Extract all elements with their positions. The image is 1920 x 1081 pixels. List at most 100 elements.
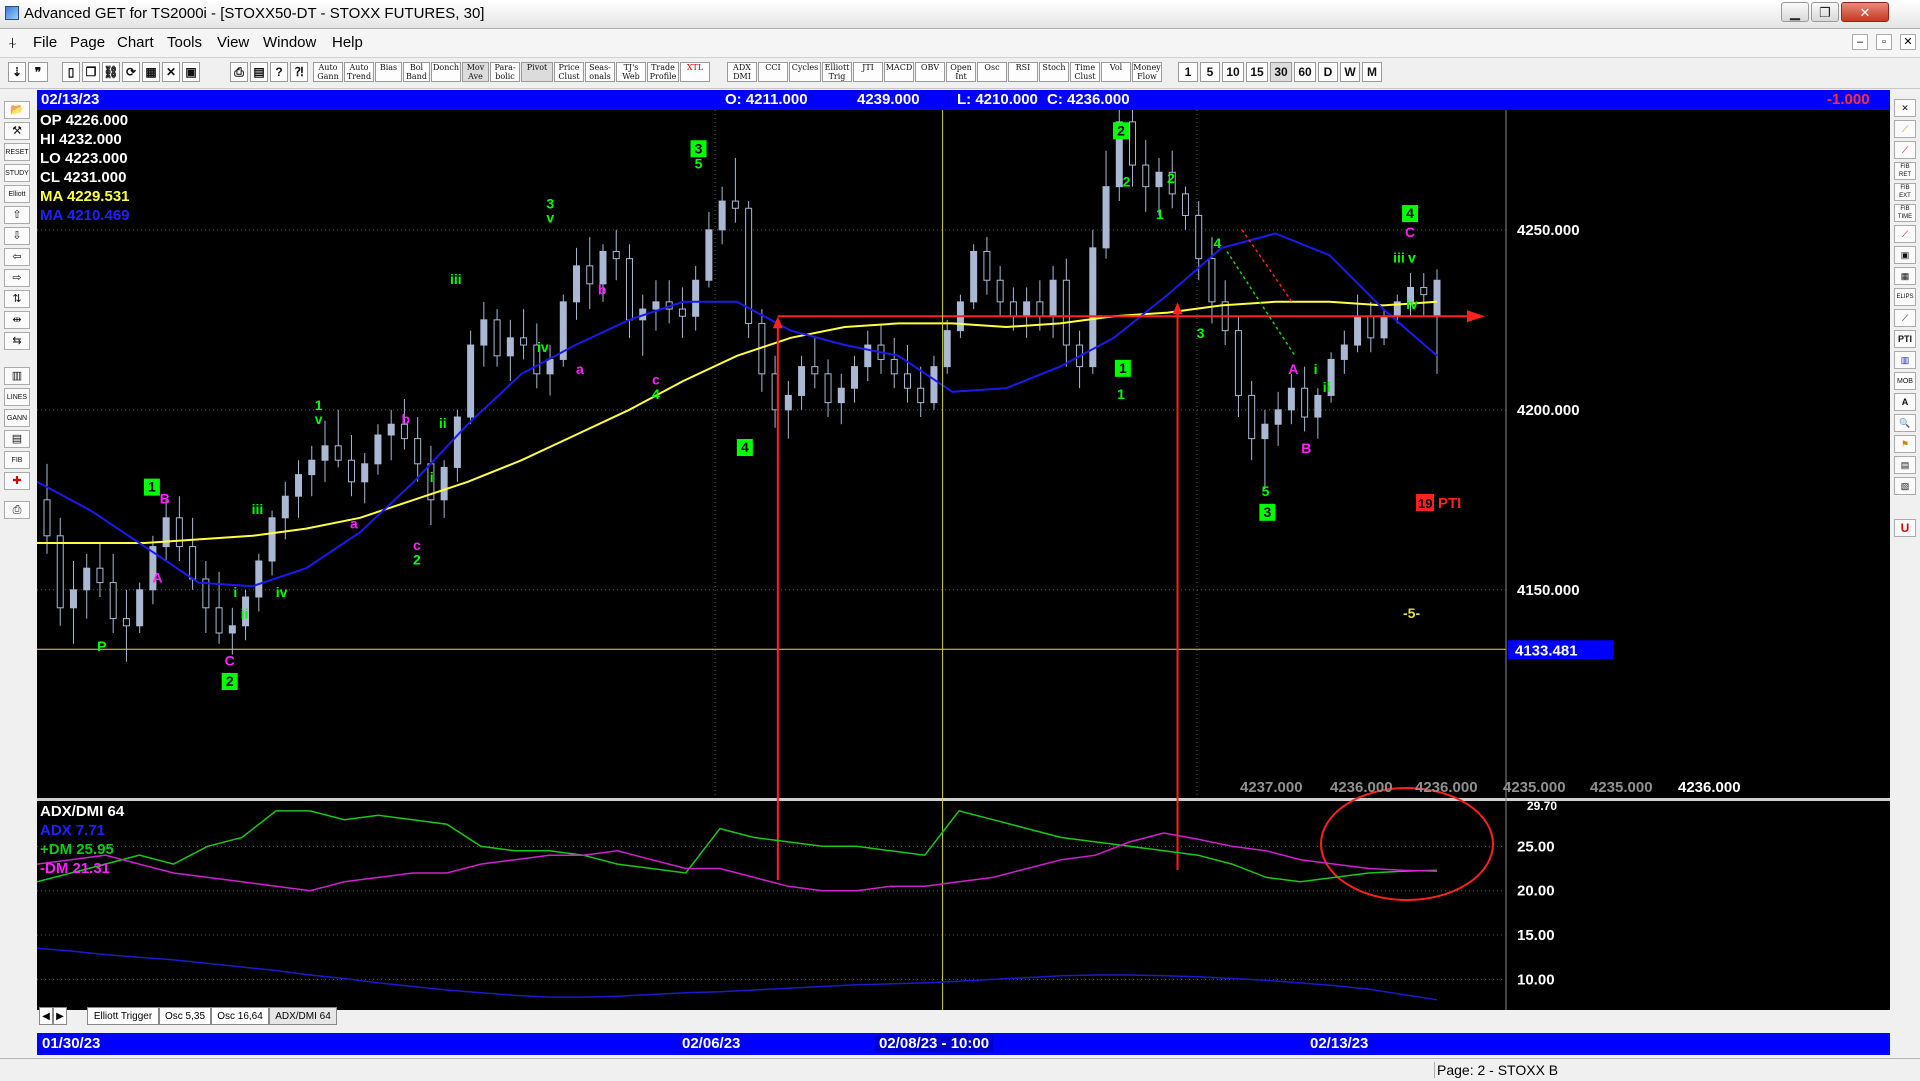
interval-1[interactable]: 1 bbox=[1178, 62, 1198, 82]
crosshair-icon[interactable]: ✚ bbox=[4, 472, 30, 490]
app-icon[interactable] bbox=[5, 6, 19, 20]
study-xtl[interactable]: XTL bbox=[680, 62, 710, 82]
close-button[interactable]: ✕ bbox=[1841, 2, 1889, 22]
study-price-clust[interactable]: Price Clust bbox=[554, 62, 584, 82]
channel-icon[interactable]: ⟋ bbox=[1894, 225, 1916, 243]
box-icon[interactable]: ▣ bbox=[1894, 246, 1916, 264]
interval-5[interactable]: 5 bbox=[1200, 62, 1220, 82]
study-auto-trend[interactable]: Auto Trend bbox=[344, 62, 374, 82]
menu-page[interactable]: Page bbox=[70, 34, 105, 51]
study-jti[interactable]: JTI bbox=[853, 62, 883, 82]
study-obv[interactable]: OBV bbox=[915, 62, 945, 82]
trendline-icon[interactable]: ⟋ bbox=[1894, 141, 1916, 159]
study-seasonals[interactable]: Seas-onals bbox=[585, 62, 615, 82]
notes-icon[interactable]: ▤ bbox=[1894, 456, 1916, 474]
print-icon[interactable]: ⎙ bbox=[230, 62, 248, 82]
quote-tool-icon[interactable]: ❞ bbox=[28, 62, 48, 82]
study-adx-dmi[interactable]: ADX DMI bbox=[727, 62, 757, 82]
grid-icon[interactable]: ▦ bbox=[142, 62, 160, 82]
compress-icon[interactable]: ⇆ bbox=[4, 332, 30, 350]
flag-icon[interactable]: ⚑ bbox=[1894, 435, 1916, 453]
interval-10[interactable]: 10 bbox=[1222, 62, 1244, 82]
price-chart[interactable]: 4250.000 4200.000 4150.000 4133.481 19 PTI -5… bbox=[37, 110, 1890, 1010]
ellipse-button[interactable]: ELIPS bbox=[1894, 288, 1916, 306]
line-tool-icon[interactable]: ⟋ bbox=[1894, 309, 1916, 327]
grid-tool-icon[interactable]: ▦ bbox=[1894, 267, 1916, 285]
tab-scroll-right[interactable]: ▶ bbox=[53, 1007, 67, 1025]
rows-icon[interactable]: ▤ bbox=[4, 430, 30, 448]
menu-help[interactable]: Help bbox=[332, 34, 363, 51]
restore-button[interactable]: ❐ bbox=[1811, 2, 1839, 22]
mdi-minimize-button[interactable]: ‒ bbox=[1852, 34, 1868, 50]
gann-button[interactable]: GANN bbox=[4, 409, 30, 427]
zoom-icon[interactable]: 🔍 bbox=[1894, 414, 1916, 432]
arrow-down-icon[interactable]: ⇩ bbox=[4, 227, 30, 245]
study-stoch[interactable]: Stoch bbox=[1039, 62, 1069, 82]
menu-tools[interactable]: Tools bbox=[167, 34, 202, 51]
study-cycles[interactable]: Cycles bbox=[789, 62, 821, 82]
study-rsi[interactable]: RSI bbox=[1008, 62, 1038, 82]
text-tool-button[interactable]: A bbox=[1894, 393, 1916, 411]
context-help-icon[interactable]: ⁈ bbox=[290, 62, 308, 82]
lines-button[interactable]: LINES bbox=[4, 388, 30, 406]
tab-elliott-trigger[interactable]: Elliott Trigger bbox=[87, 1007, 159, 1025]
layout-icon[interactable]: ▥ bbox=[4, 367, 30, 385]
study-elliott-trig[interactable]: Elliott Trig bbox=[822, 62, 852, 82]
arrow-left-icon[interactable]: ⇦ bbox=[4, 248, 30, 266]
study-pivot[interactable]: Pivot bbox=[521, 62, 553, 82]
menu-window[interactable]: Window bbox=[263, 34, 316, 51]
fib-ret-button[interactable]: FIB RET bbox=[1894, 162, 1916, 180]
arrow-up-icon[interactable]: ⇧ bbox=[4, 206, 30, 224]
interval-30[interactable]: 30 bbox=[1270, 62, 1292, 82]
mob-button[interactable]: MOB bbox=[1894, 372, 1916, 390]
fib-ext-button[interactable]: FIB EXT bbox=[1894, 183, 1916, 201]
study-bias[interactable]: Bias bbox=[375, 62, 402, 82]
study-osc[interactable]: Osc bbox=[977, 62, 1007, 82]
cancel-icon[interactable]: ✕ bbox=[162, 62, 180, 82]
study-macd[interactable]: MACD bbox=[884, 62, 914, 82]
study-time-clust[interactable]: Time Clust bbox=[1070, 62, 1100, 82]
interval-m[interactable]: M bbox=[1362, 62, 1382, 82]
study-tjs-web[interactable]: TJ's Web bbox=[616, 62, 646, 82]
interval-60[interactable]: 60 bbox=[1294, 62, 1316, 82]
pti-button[interactable]: PTI bbox=[1894, 330, 1916, 348]
delete-tool-icon[interactable]: ✕ bbox=[1894, 99, 1916, 117]
interval-15[interactable]: 15 bbox=[1246, 62, 1268, 82]
study-bol-band[interactable]: Bol Band bbox=[403, 62, 430, 82]
mdi-close-button[interactable]: ✕ bbox=[1900, 34, 1916, 50]
mdi-restore-button[interactable]: ▫ bbox=[1876, 34, 1892, 50]
layout-icon[interactable]: ▤ bbox=[250, 62, 268, 82]
pencil-icon[interactable]: ⟋ bbox=[1894, 120, 1916, 138]
reset-button[interactable]: RESET bbox=[4, 143, 30, 161]
study-money-flow[interactable]: Money Flow bbox=[1132, 62, 1162, 82]
table-icon[interactable]: ▥ bbox=[1894, 351, 1916, 369]
study-open-int[interactable]: Open Int bbox=[946, 62, 976, 82]
study-parabolic[interactable]: Para-bolic bbox=[490, 62, 520, 82]
open-icon[interactable]: 📂 bbox=[4, 101, 30, 119]
interval-d[interactable]: D bbox=[1318, 62, 1338, 82]
study-cci[interactable]: CCI bbox=[758, 62, 788, 82]
tab-osc-5-35[interactable]: Osc 5,35 bbox=[159, 1007, 211, 1025]
horizontal-zoom-icon[interactable]: ⇹ bbox=[4, 311, 30, 329]
fib-button[interactable]: FIB bbox=[4, 451, 30, 469]
menu-file[interactable]: File bbox=[33, 34, 57, 51]
cursor-tool-icon[interactable]: ⇣ bbox=[8, 62, 26, 82]
new-chart-icon[interactable]: ▯ bbox=[62, 62, 80, 82]
tools-icon[interactable]: ⚒ bbox=[4, 122, 30, 140]
fib-time-button[interactable]: FIB TIME bbox=[1894, 204, 1916, 222]
arrow-right-icon[interactable]: ⇨ bbox=[4, 269, 30, 287]
minimize-button[interactable]: ▁ bbox=[1781, 2, 1809, 22]
study-button[interactable]: STUDY bbox=[4, 164, 30, 182]
vertical-zoom-icon[interactable]: ⇅ bbox=[4, 290, 30, 308]
study-auto-gann[interactable]: Auto Gann bbox=[313, 62, 343, 82]
study-vol[interactable]: Vol bbox=[1101, 62, 1131, 82]
menu-view[interactable]: View bbox=[217, 34, 249, 51]
refresh-icon[interactable]: ⟳ bbox=[122, 62, 140, 82]
tab-adx-dmi-64[interactable]: ADX/DMI 64 bbox=[269, 1007, 337, 1025]
tab-scroll-left[interactable]: ◀ bbox=[39, 1007, 53, 1025]
menu-chart[interactable]: Chart bbox=[117, 34, 154, 51]
u-button[interactable]: U bbox=[1894, 519, 1916, 537]
help-icon[interactable]: ? bbox=[270, 62, 288, 82]
copy-icon[interactable]: ❐ bbox=[82, 62, 100, 82]
study-donch[interactable]: Donch bbox=[431, 62, 461, 82]
